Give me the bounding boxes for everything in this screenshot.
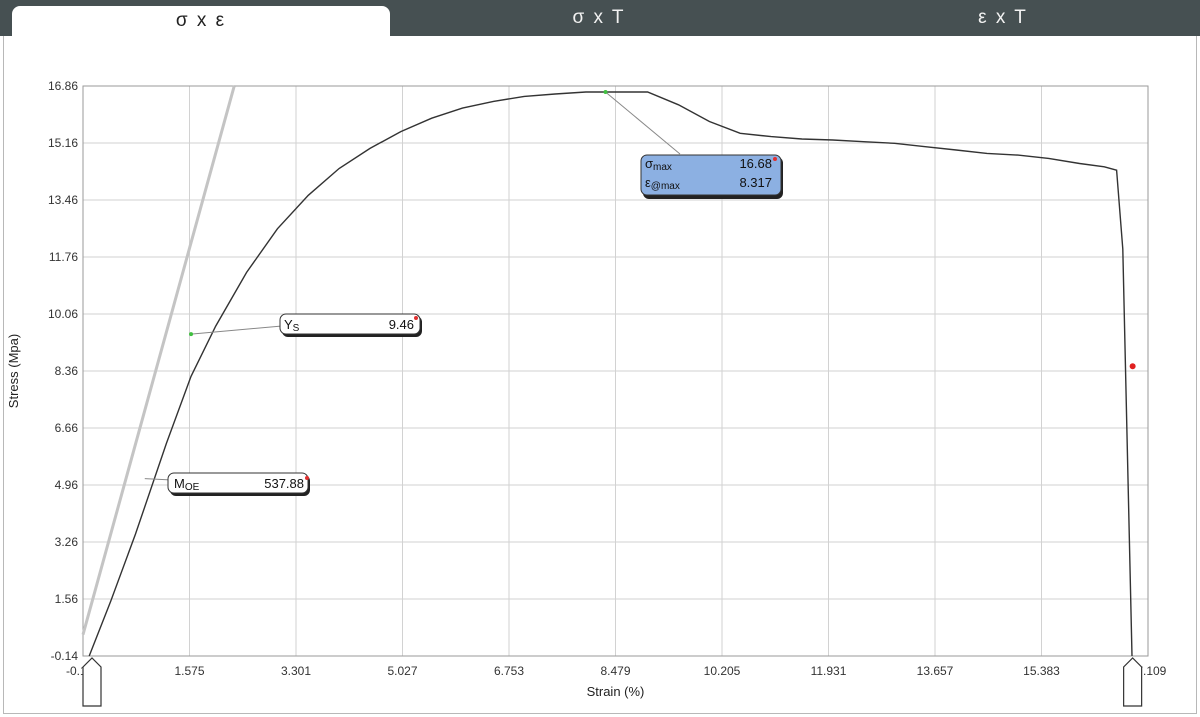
y-tick-label: 13.46 — [48, 193, 78, 207]
annotation-moe: MOE 537.88 — [144, 472, 310, 496]
y-axis-label: Stress (Mpa) — [6, 334, 21, 408]
annotation-ys: YS 9.46 — [189, 313, 422, 337]
x-tick-label: 13.657 — [917, 664, 954, 678]
y-tick-label: 4.96 — [55, 478, 79, 492]
y-tick-label: 6.66 — [55, 421, 79, 435]
grid — [82, 85, 1149, 657]
tick-labels: -0.1511.5753.3015.0276.7538.47910.20511.… — [48, 79, 1167, 678]
annotation-value: 9.46 — [389, 317, 414, 332]
annotations: MOE 537.88 YS 9.46 σmax 16.68ε@max 8.317 — [144, 90, 1136, 496]
break-point — [1129, 363, 1136, 370]
x-tick-label: 8.479 — [600, 664, 630, 678]
range-marker — [1123, 657, 1143, 707]
x-tick-label: 1.575 — [174, 664, 204, 678]
y-tick-label: 11.76 — [49, 250, 78, 264]
x-axis-label: Strain (%) — [587, 684, 645, 699]
annotation-leader — [190, 325, 283, 335]
annotation-sigma-max: σmax 16.68ε@max 8.317 — [603, 90, 783, 199]
annotation-value: 8.317 — [739, 175, 772, 190]
range-marker-shape — [82, 657, 102, 707]
x-tick-label: 15.383 — [1023, 664, 1060, 678]
x-tick-label: 3.301 — [281, 664, 311, 678]
y-tick-label: 1.56 — [55, 592, 79, 606]
modulus-tangent-line — [81, 85, 236, 635]
annotation-point — [603, 90, 608, 95]
y-tick-label: -0.14 — [51, 649, 79, 663]
y-tick-label: 16.86 — [48, 79, 78, 93]
annotation-dot — [773, 157, 777, 161]
x-tick-label: 5.027 — [387, 664, 417, 678]
y-tick-label: 15.16 — [48, 136, 78, 150]
y-tick-label: 3.26 — [55, 535, 79, 549]
y-tick-label: 10.06 — [48, 307, 78, 321]
annotation-value: 16.68 — [739, 156, 772, 171]
stress-strain-chart: -0.1511.5753.3015.0276.7538.47910.20511.… — [6, 79, 1167, 707]
annotation-dot — [305, 476, 309, 480]
y-tick-label: 8.36 — [55, 364, 79, 378]
range-marker — [82, 657, 102, 707]
stress-strain-curve — [88, 91, 1133, 657]
annotation-dot — [414, 316, 418, 320]
x-tick-label: 10.205 — [704, 664, 741, 678]
annotation-point — [189, 332, 194, 337]
x-tick-label: 11.931 — [811, 664, 847, 678]
x-tick-label: 6.753 — [494, 664, 524, 678]
range-marker-shape — [1123, 657, 1143, 707]
annotation-value: 537.88 — [264, 476, 304, 491]
